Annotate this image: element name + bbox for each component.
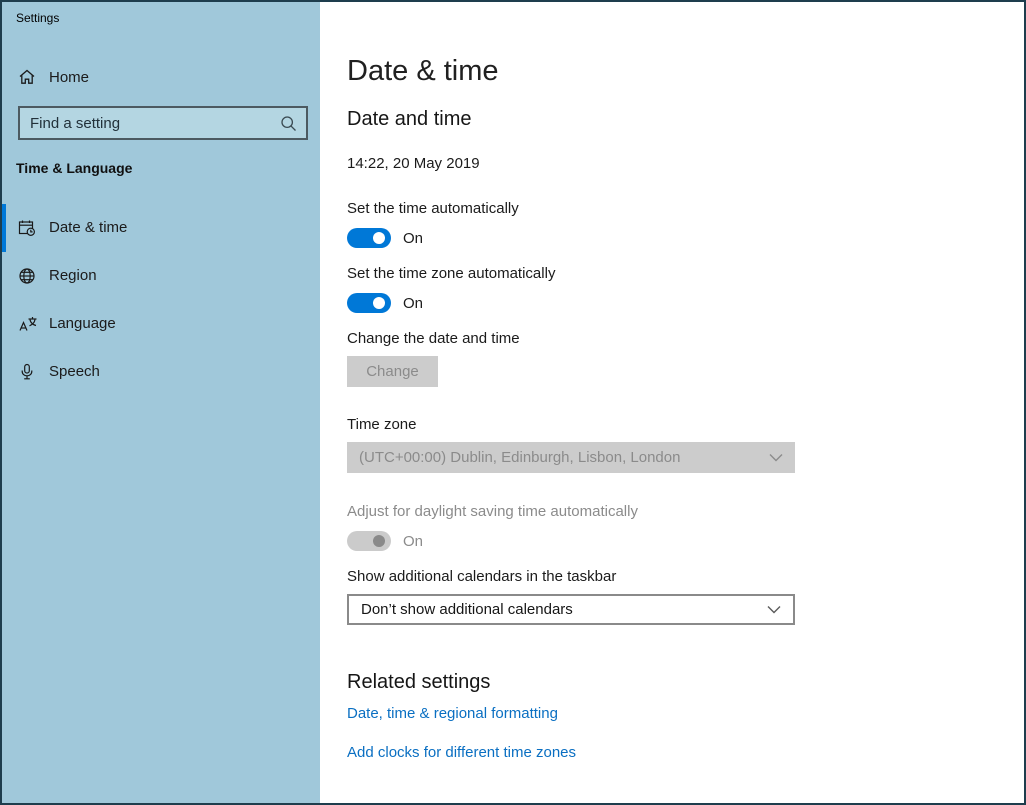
globe-icon [18,267,36,285]
additional-calendars-selected-option: Don’t show additional calendars [361,601,573,618]
search-icon[interactable] [280,115,297,137]
set-zone-auto-toggle[interactable] [347,293,391,313]
set-time-auto-row: On [347,228,423,248]
sidebar-item-region[interactable]: Region [2,252,320,300]
sidebar-item-label: Speech [49,363,100,380]
sidebar-section-heading: Time & Language [16,160,132,176]
sidebar-item-home[interactable]: Home [2,62,320,94]
current-datetime: 14:22, 20 May 2019 [347,155,480,172]
sidebar-item-date-time[interactable]: Date & time [2,204,320,252]
time-zone-dropdown: (UTC+00:00) Dublin, Edinburgh, Lisbon, L… [347,442,795,473]
set-time-auto-label: Set the time automatically [347,200,519,217]
chevron-down-icon [769,449,783,466]
language-icon [18,315,38,333]
daylight-saving-row: On [347,531,423,551]
sidebar-item-label: Region [49,267,97,284]
link-regional-formatting[interactable]: Date, time & regional formatting [347,705,558,722]
settings-window: Settings Home Time & Language [0,0,1026,805]
microphone-icon [18,363,36,381]
sidebar-item-label: Language [49,315,116,332]
toggle-knob [373,232,385,244]
calendar-clock-icon [18,219,36,237]
change-date-time-label: Change the date and time [347,330,520,347]
section-heading-related-settings: Related settings [347,671,490,694]
set-zone-auto-row: On [347,293,423,313]
sidebar-item-label: Date & time [49,219,127,236]
time-zone-label: Time zone [347,416,416,433]
daylight-saving-label: Adjust for daylight saving time automati… [347,503,638,520]
time-zone-selected-option: (UTC+00:00) Dublin, Edinburgh, Lisbon, L… [359,449,680,466]
change-button: Change [347,356,438,387]
search-box [18,106,308,140]
toggle-state-label: On [403,230,423,247]
selected-accent-bar [2,204,6,252]
chevron-down-icon [767,601,781,618]
app-title: Settings [16,11,59,25]
link-add-clocks[interactable]: Add clocks for different time zones [347,744,576,761]
section-heading-date-and-time: Date and time [347,108,472,131]
sidebar-item-language[interactable]: Language [2,300,320,348]
sidebar-item-label: Home [49,69,89,86]
additional-calendars-dropdown[interactable]: Don’t show additional calendars [347,594,795,625]
toggle-knob [373,297,385,309]
search-input[interactable] [30,108,270,138]
page-title: Date & time [347,55,499,88]
sidebar-item-speech[interactable]: Speech [2,348,320,396]
set-zone-auto-label: Set the time zone automatically [347,265,555,282]
home-icon [18,68,36,86]
toggle-state-label: On [403,295,423,312]
main-content: Date & time Date and time 14:22, 20 May … [320,2,1024,803]
toggle-knob [373,535,385,547]
sidebar: Settings Home Time & Language [2,2,320,803]
additional-calendars-label: Show additional calendars in the taskbar [347,568,616,585]
set-time-auto-toggle[interactable] [347,228,391,248]
toggle-state-label: On [403,533,423,550]
daylight-saving-toggle [347,531,391,551]
